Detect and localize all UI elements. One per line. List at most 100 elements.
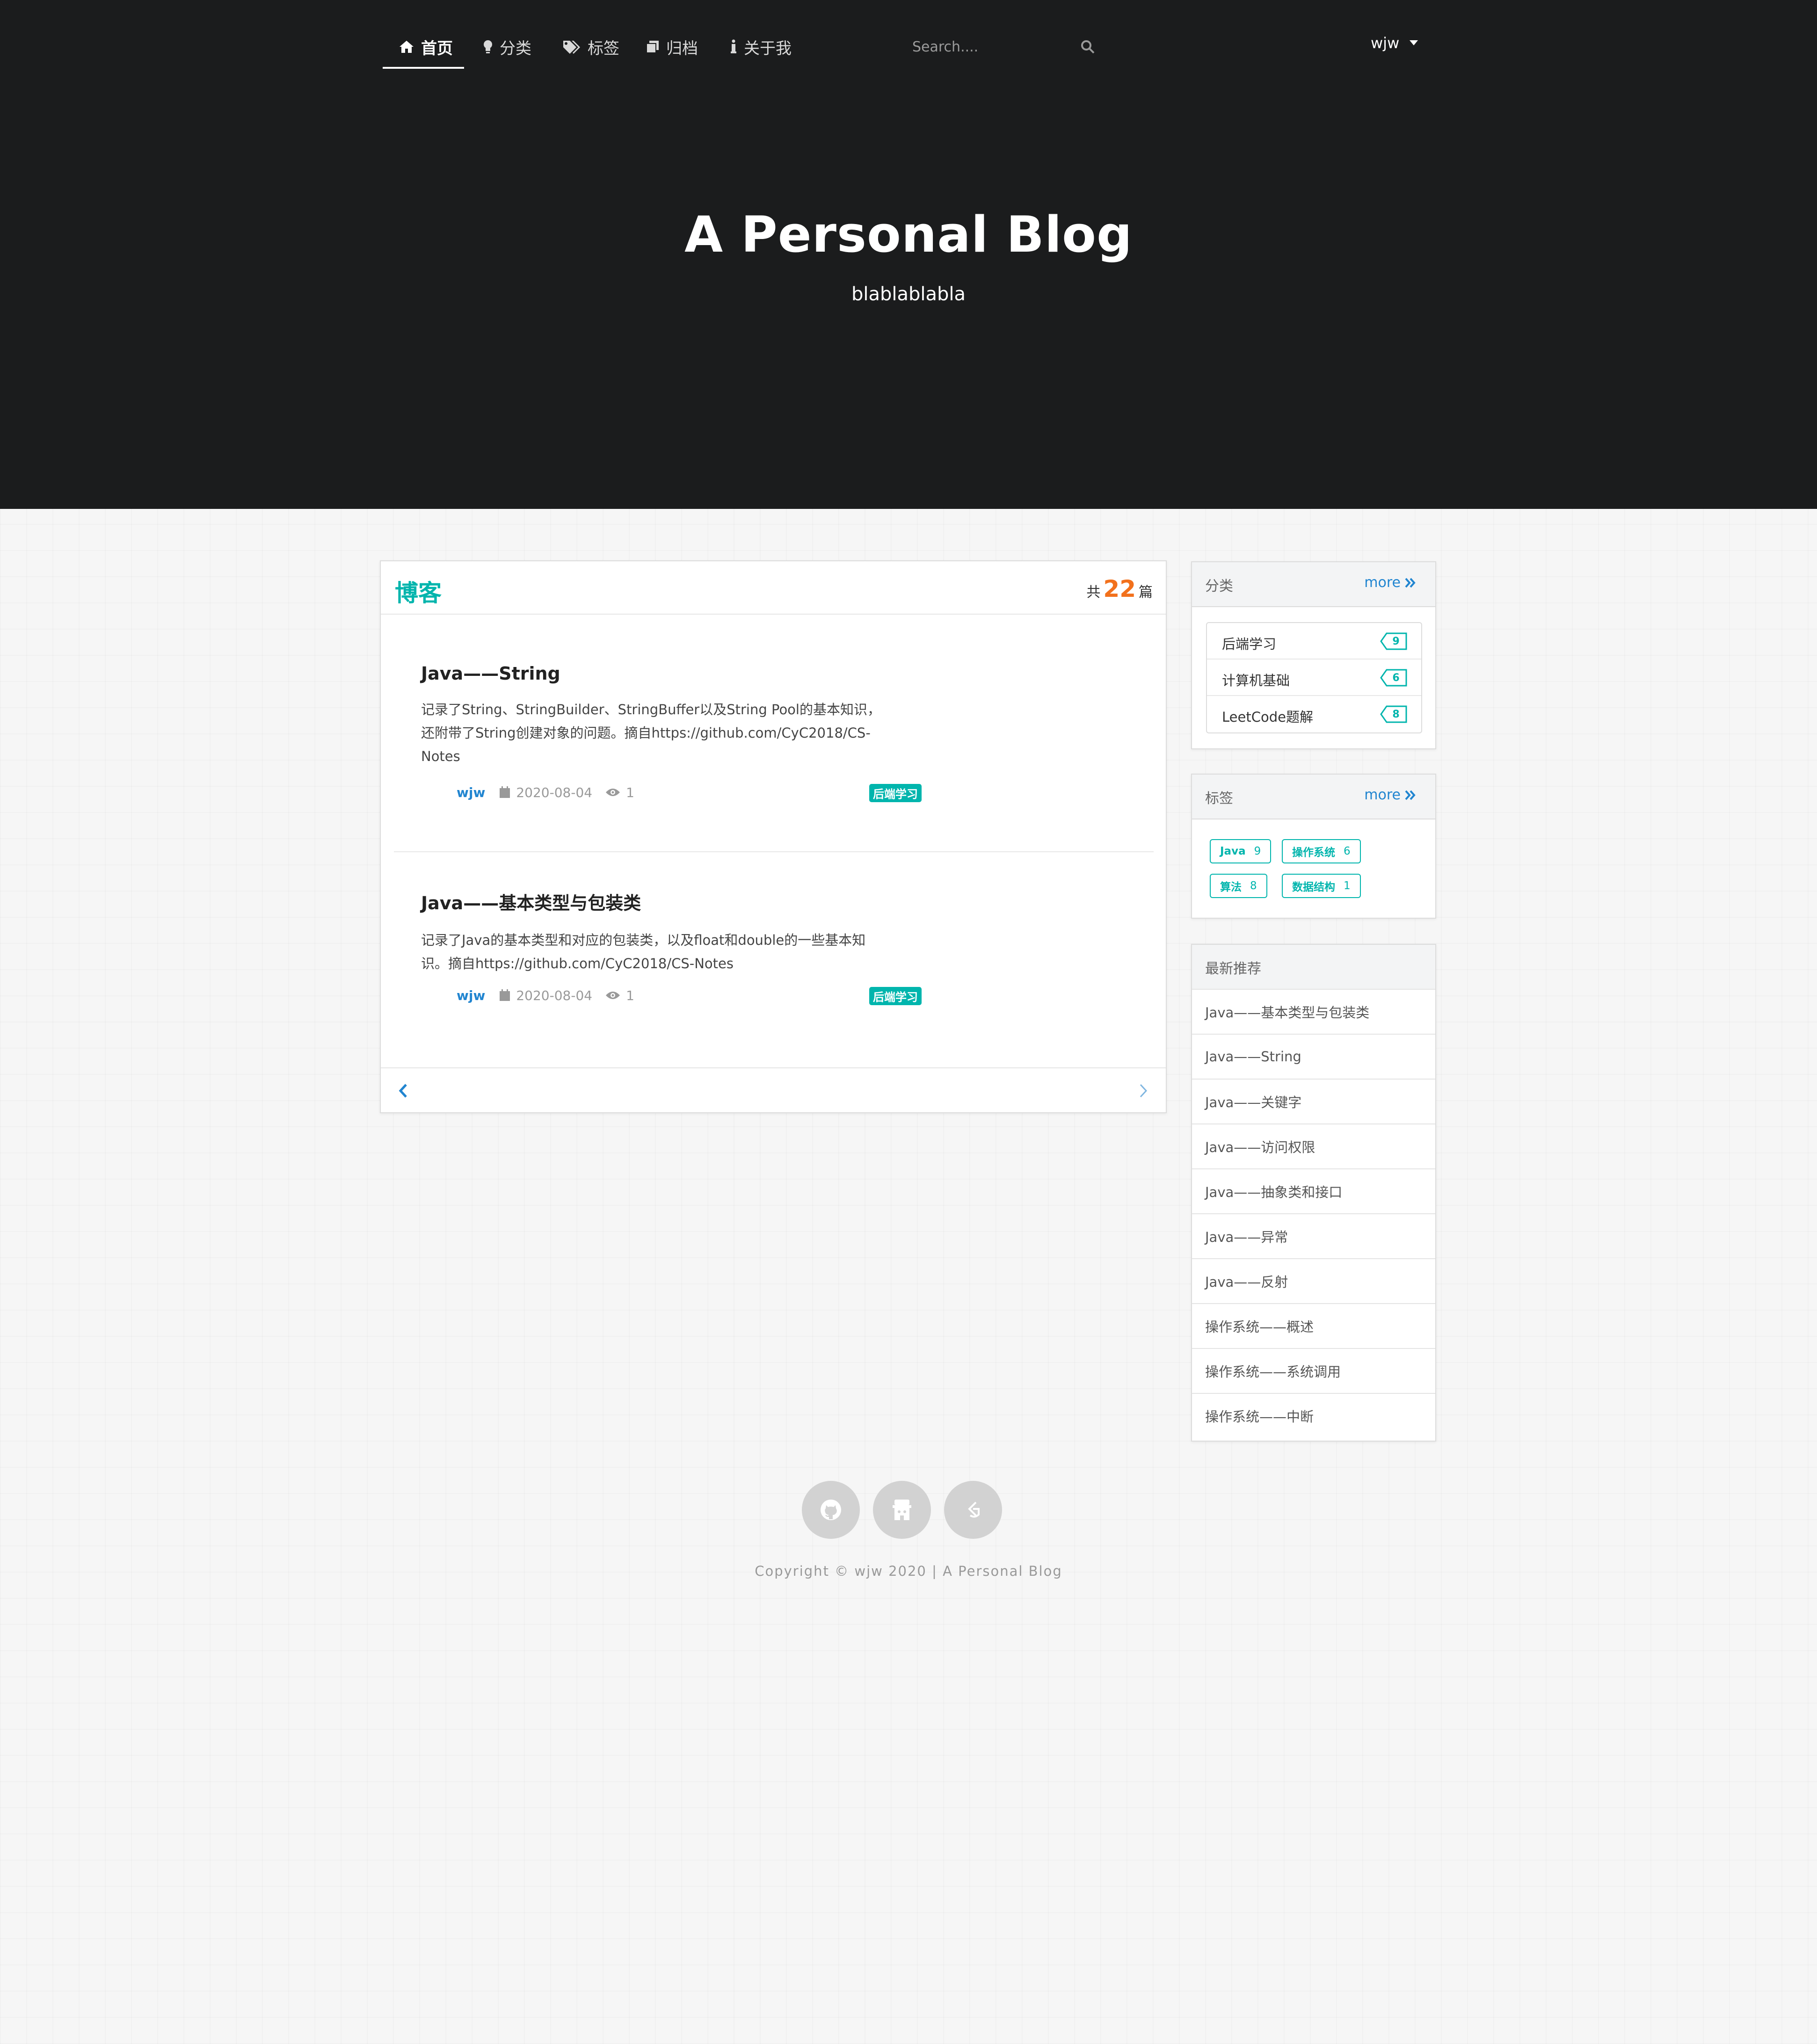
blog-list-panel: 博客 共 22 篇 Java——String 记录了String、StringB… <box>380 560 1167 1113</box>
post-views: 1 <box>605 785 634 800</box>
post-item[interactable]: Java——String 记录了String、StringBuilder、Str… <box>421 663 917 768</box>
post-author[interactable]: wjw <box>457 988 485 1003</box>
github-button[interactable] <box>802 1481 860 1539</box>
recommended-item[interactable]: Java——String <box>1192 1034 1435 1079</box>
recommended-item[interactable]: Java——基本类型与包装类 <box>1192 989 1435 1034</box>
tags-header: 标签 more <box>1192 775 1435 819</box>
info-icon <box>731 39 736 53</box>
category-count: 6 <box>1392 672 1400 684</box>
nav-label-tags: 标签 <box>588 39 619 58</box>
post-category-tag[interactable]: 后端学习 <box>869 784 922 802</box>
recommended-item[interactable]: Java——反射 <box>1192 1258 1435 1303</box>
recommended-item[interactable]: 操作系统——系统调用 <box>1192 1348 1435 1393</box>
tag-count: 1 <box>1344 880 1351 892</box>
lightbulb-icon <box>484 40 492 53</box>
blog-heading: 博客 <box>395 580 442 607</box>
post-views-count: 1 <box>626 987 634 1003</box>
search-box[interactable]: Search.... <box>912 34 1095 60</box>
categories-title: 分类 <box>1205 578 1233 594</box>
blog-count: 共 22 篇 <box>1086 575 1153 602</box>
post-excerpt: 记录了Java的基本类型和对应的包装类，以及float和double的一些基本知… <box>421 928 917 975</box>
nav-label-categories: 分类 <box>500 39 531 58</box>
copyright-text: Copyright © wjw 2020 | A Personal Blog <box>755 1563 1062 1579</box>
nav-item-home[interactable]: 首页 <box>399 34 453 60</box>
category-count: 9 <box>1392 635 1400 647</box>
post-date: 2020-08-04 <box>499 785 592 800</box>
prev-page-button[interactable] <box>394 1081 413 1100</box>
wechat-button[interactable] <box>873 1481 931 1539</box>
caret-down-icon <box>1410 40 1418 45</box>
blog-panel-header: 博客 共 22 篇 <box>381 561 1166 615</box>
user-menu[interactable]: wjw <box>1371 30 1418 56</box>
recommended-title: 最新推荐 <box>1205 961 1261 977</box>
site-title: A Personal Blog <box>684 206 1133 263</box>
nav-item-tags[interactable]: 标签 <box>562 34 619 60</box>
tag-count: 8 <box>1250 880 1257 892</box>
category-item[interactable]: LeetCode题解 8 <box>1207 696 1421 732</box>
nav-item-archive[interactable]: 归档 <box>646 34 698 60</box>
home-icon <box>400 41 414 53</box>
post-views: 1 <box>605 988 634 1003</box>
juejin-icon <box>968 1501 980 1518</box>
wechat-icon <box>893 1500 911 1520</box>
recommended-item[interactable]: Java——抽象类和接口 <box>1192 1168 1435 1213</box>
search-icon[interactable] <box>1081 40 1095 54</box>
post-meta: wjw 2020-08-04 1 后端学习 <box>421 985 922 1006</box>
calendar-icon <box>500 989 510 1001</box>
nav-label-archive: 归档 <box>666 39 698 58</box>
nav-item-about[interactable]: 关于我 <box>730 34 792 60</box>
category-count-badge: 6 <box>1380 669 1407 687</box>
post-divider <box>394 851 1154 852</box>
recommended-item[interactable]: 操作系统——中断 <box>1192 1393 1435 1438</box>
category-count: 8 <box>1392 708 1400 720</box>
post-excerpt-line: Notes <box>421 748 460 764</box>
categories-more-label: more <box>1364 574 1401 591</box>
recommended-item[interactable]: Java——异常 <box>1192 1213 1435 1258</box>
category-name: 计算机基础 <box>1222 673 1290 689</box>
recommended-item[interactable]: Java——访问权限 <box>1192 1123 1435 1168</box>
category-list: 后端学习 9 计算机基础 6 LeetCode题解 8 <box>1206 622 1422 733</box>
post-title[interactable]: Java——基本类型与包装类 <box>421 889 917 914</box>
hero-banner: 首页 分类 标签 归档 关于我 Search.... wjw A Persona… <box>0 0 1817 509</box>
post-views-count: 1 <box>626 784 634 800</box>
post-date-text: 2020-08-04 <box>516 987 593 1003</box>
post-excerpt-line: 识。摘自https://github.com/CyC2018/CS-Notes <box>421 956 734 971</box>
recommended-item[interactable]: Java——关键字 <box>1192 1079 1435 1123</box>
tags-title: 标签 <box>1205 790 1233 807</box>
blog-count-prefix: 共 <box>1086 584 1101 601</box>
tag-name: Java <box>1220 845 1246 857</box>
nav-item-categories[interactable]: 分类 <box>483 34 531 60</box>
post-excerpt-line: 记录了String、StringBuilder、StringBuffer以及St… <box>421 702 881 718</box>
search-input[interactable]: Search.... <box>912 39 978 55</box>
category-item[interactable]: 计算机基础 6 <box>1207 660 1421 696</box>
post-excerpt: 记录了String、StringBuilder、StringBuffer以及St… <box>421 698 917 768</box>
categories-more-link[interactable]: more <box>1364 574 1417 591</box>
eye-icon <box>606 992 620 999</box>
pagination <box>381 1067 1166 1112</box>
tag-name: 算法 <box>1220 881 1242 893</box>
category-item[interactable]: 后端学习 9 <box>1207 623 1421 660</box>
nav-active-indicator <box>383 67 464 69</box>
category-count-badge: 8 <box>1380 705 1407 723</box>
tag-chip[interactable]: 操作系统 6 <box>1282 839 1361 863</box>
post-title[interactable]: Java——String <box>421 663 917 684</box>
recommended-item[interactable]: 操作系统——概述 <box>1192 1303 1435 1348</box>
tag-chip[interactable]: Java 9 <box>1210 839 1272 863</box>
tag-chip[interactable]: 算法 8 <box>1210 874 1267 898</box>
post-category-tag[interactable]: 后端学习 <box>869 987 922 1005</box>
post-date-text: 2020-08-04 <box>516 784 593 800</box>
post-item[interactable]: Java——基本类型与包装类 记录了Java的基本类型和对应的包装类，以及flo… <box>421 889 917 975</box>
post-excerpt-line: 还附带了String创建对象的问题。摘自https://github.com/C… <box>421 725 871 741</box>
juejin-button[interactable] <box>944 1481 1002 1539</box>
recommended-header: 最新推荐 <box>1192 945 1435 990</box>
next-page-button[interactable] <box>1134 1081 1153 1100</box>
categories-card: 分类 more 后端学习 9 计算机基础 6 LeetCode题解 8 <box>1191 561 1436 749</box>
tag-chip[interactable]: 数据结构 1 <box>1282 874 1361 898</box>
category-name: LeetCode题解 <box>1222 709 1313 725</box>
calendar-icon <box>500 786 510 798</box>
post-author[interactable]: wjw <box>457 785 485 800</box>
tags-more-link[interactable]: more <box>1364 787 1417 803</box>
category-count-badge: 9 <box>1380 632 1407 650</box>
post-meta: wjw 2020-08-04 1 后端学习 <box>421 782 922 803</box>
tags-more-label: more <box>1364 787 1401 803</box>
